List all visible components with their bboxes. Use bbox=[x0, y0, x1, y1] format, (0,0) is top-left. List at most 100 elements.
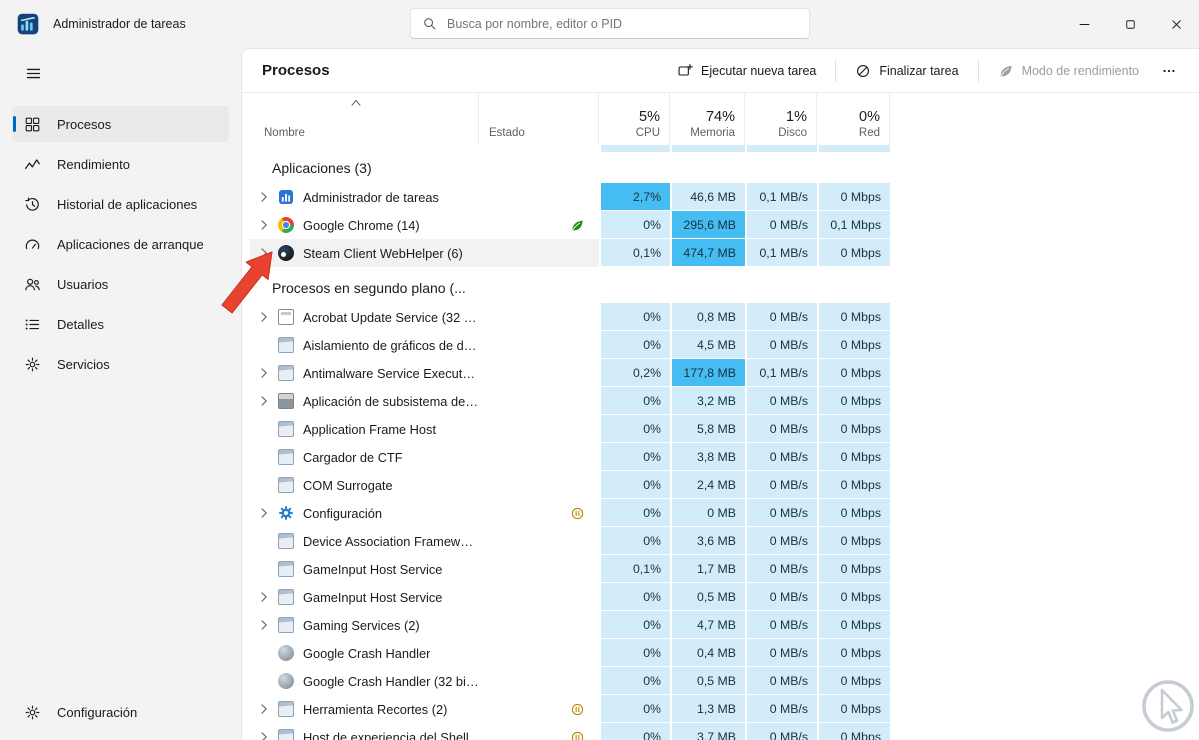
services-icon bbox=[24, 356, 41, 373]
disk-value-cell: 0 MB/s bbox=[745, 583, 817, 611]
sidebar-nav: Procesos Rendimiento Historial de aplicaci… bbox=[0, 106, 241, 382]
process-status-cell bbox=[479, 695, 599, 723]
column-header-cpu[interactable]: 5% CPU bbox=[599, 93, 670, 145]
column-header-name[interactable]: Nombre bbox=[250, 93, 479, 145]
cpu-value-cell: 0% bbox=[599, 667, 670, 695]
group-header[interactable]: Procesos en segundo plano (... bbox=[250, 267, 1199, 303]
process-name: Gaming Services (2) bbox=[303, 617, 420, 633]
sidebar-item-usuarios[interactable]: Usuarios bbox=[12, 266, 229, 302]
process-status-cell bbox=[479, 583, 599, 611]
net-value-cell: 0 Mbps bbox=[817, 415, 890, 443]
disk-value-cell: 0 MB/s bbox=[745, 695, 817, 723]
net-value-cell: 0,1 Mbps bbox=[817, 211, 890, 239]
process-name-cell: Antimalware Service Executable bbox=[250, 359, 479, 387]
cpu-value-cell: 0% bbox=[599, 471, 670, 499]
search-box[interactable] bbox=[410, 8, 810, 39]
process-row[interactable]: Administrador de tareas 2,7% 46,6 MB 0,1 MB… bbox=[250, 183, 1199, 211]
sidebar-item-rendimiento[interactable]: Rendimiento bbox=[12, 146, 229, 182]
minimize-button[interactable] bbox=[1061, 0, 1107, 48]
mem-value-cell: 0,4 MB bbox=[670, 639, 745, 667]
band-spacer bbox=[250, 145, 599, 153]
process-row[interactable]: Aislamiento de gráficos de dis... 0% 4,5 M… bbox=[250, 331, 1199, 359]
crash-icon bbox=[278, 673, 294, 689]
end-task-button[interactable]: Finalizar tarea bbox=[845, 57, 968, 85]
close-button[interactable] bbox=[1153, 0, 1199, 48]
process-status-cell bbox=[479, 387, 599, 415]
disk-value-cell: 0 MB/s bbox=[745, 471, 817, 499]
process-row[interactable]: Antimalware Service Executable 0,2% 177,8 … bbox=[250, 359, 1199, 387]
group-header[interactable]: Aplicaciones (3) bbox=[250, 153, 1199, 183]
disk-value-cell: 0 MB/s bbox=[745, 639, 817, 667]
net-value-cell: 0 Mbps bbox=[817, 639, 890, 667]
cpu-value-cell: 0,2% bbox=[599, 359, 670, 387]
process-row[interactable]: Aplicación de subsistema de c... 0% 3,2 MB… bbox=[250, 387, 1199, 415]
net-value-cell: 0 Mbps bbox=[817, 331, 890, 359]
hamburger-menu-button[interactable] bbox=[13, 56, 53, 90]
process-name-cell: GameInput Host Service bbox=[250, 583, 479, 611]
search-input[interactable] bbox=[447, 16, 798, 31]
process-status-cell bbox=[479, 331, 599, 359]
cursor-doodle-icon bbox=[1142, 680, 1194, 732]
sidebar-item-configuracion[interactable]: Configuración bbox=[12, 694, 229, 730]
main-content: Procesos Ejecutar nueva tarea Finalizar t… bbox=[241, 48, 1199, 740]
disk-value-cell: 0 MB/s bbox=[745, 303, 817, 331]
band-cell-cpu bbox=[599, 145, 670, 153]
process-row[interactable]: Google Chrome (14) 0% 295,6 MB 0 MB/s 0,1 Mb… bbox=[250, 211, 1199, 239]
sidebar-item-historial[interactable]: Historial de aplicaciones bbox=[12, 186, 229, 222]
disk-value-cell: 0,1 MB/s bbox=[745, 239, 817, 267]
process-row[interactable]: Steam Client WebHelper (6) 0,1% 474,7 MB 0,… bbox=[250, 239, 1199, 267]
window-icon bbox=[278, 477, 294, 493]
net-value-cell: 0 Mbps bbox=[817, 527, 890, 555]
process-row[interactable]: GameInput Host Service 0,1% 1,7 MB 0 MB/s 0 … bbox=[250, 555, 1199, 583]
process-status-cell bbox=[479, 415, 599, 443]
mem-value-cell: 177,8 MB bbox=[670, 359, 745, 387]
net-value-cell: 0 Mbps bbox=[817, 183, 890, 211]
process-name-cell: Aislamiento de gráficos de dis... bbox=[250, 331, 479, 359]
mem-value-cell: 2,4 MB bbox=[670, 471, 745, 499]
process-row[interactable]: Herramienta Recortes (2) 0% 1,3 MB 0 MB/s 0 … bbox=[250, 695, 1199, 723]
sidebar-item-label: Detalles bbox=[57, 316, 104, 332]
efficiency-mode-button[interactable]: Modo de rendimiento bbox=[988, 57, 1149, 85]
column-header-mem[interactable]: 74% Memoria bbox=[670, 93, 745, 145]
process-name-cell: GameInput Host Service bbox=[250, 555, 479, 583]
window-icon bbox=[278, 449, 294, 465]
process-row[interactable]: Cargador de CTF 0% 3,8 MB 0 MB/s 0 Mbps bbox=[250, 443, 1199, 471]
net-value-cell: 0 Mbps bbox=[817, 695, 890, 723]
table-body: Aplicaciones (3) Administrador de tareas 2… bbox=[250, 145, 1199, 740]
process-row[interactable]: Host de experiencia del Shell 0% 3,7 MB 0 M… bbox=[250, 723, 1199, 740]
more-options-button[interactable] bbox=[1151, 57, 1187, 85]
mem-value-cell: 295,6 MB bbox=[670, 211, 745, 239]
process-row[interactable]: COM Surrogate 0% 2,4 MB 0 MB/s 0 Mbps bbox=[250, 471, 1199, 499]
history-icon bbox=[24, 196, 41, 213]
net-value-cell: 0 Mbps bbox=[817, 723, 890, 740]
run-task-icon bbox=[677, 63, 693, 79]
sidebar-item-arranque[interactable]: Aplicaciones de arranque bbox=[12, 226, 229, 262]
process-name-cell: Gaming Services (2) bbox=[250, 611, 479, 639]
process-row[interactable]: Configuración 0% 0 MB 0 MB/s 0 Mbps bbox=[250, 499, 1199, 527]
process-row[interactable]: Gaming Services (2) 0% 4,7 MB 0 MB/s 0 Mbps bbox=[250, 611, 1199, 639]
process-row[interactable]: Google Crash Handler (32 bits) 0% 0,5 MB 0 … bbox=[250, 667, 1199, 695]
mem-value-cell: 0 MB bbox=[670, 499, 745, 527]
heatmap-band bbox=[250, 145, 1199, 153]
run-new-task-button[interactable]: Ejecutar nueva tarea bbox=[667, 57, 826, 85]
net-value-cell: 0 Mbps bbox=[817, 387, 890, 415]
process-row[interactable]: Application Frame Host 0% 5,8 MB 0 MB/s 0 Mb… bbox=[250, 415, 1199, 443]
process-row[interactable]: Acrobat Update Service (32 bits) 0% 0,8 MB… bbox=[250, 303, 1199, 331]
disk-value-cell: 0 MB/s bbox=[745, 611, 817, 639]
process-name-cell: Google Chrome (14) bbox=[250, 211, 479, 239]
sidebar-item-servicios[interactable]: Servicios bbox=[12, 346, 229, 382]
maximize-button[interactable] bbox=[1107, 0, 1153, 48]
process-row[interactable]: Google Crash Handler 0% 0,4 MB 0 MB/s 0 Mbps bbox=[250, 639, 1199, 667]
chevron-right-icon bbox=[256, 589, 272, 605]
sidebar-item-procesos[interactable]: Procesos bbox=[12, 106, 229, 142]
sidebar-item-detalles[interactable]: Detalles bbox=[12, 306, 229, 342]
cpu-value-cell: 0% bbox=[599, 303, 670, 331]
column-header-status[interactable]: Estado bbox=[479, 93, 599, 145]
chevron-right-icon bbox=[256, 505, 272, 521]
column-header-disk[interactable]: 1% Disco bbox=[745, 93, 817, 145]
column-header-net[interactable]: 0% Red bbox=[817, 93, 890, 145]
chevron-right-icon bbox=[256, 729, 272, 740]
process-row[interactable]: Device Association Framewor... 0% 3,6 MB 0 … bbox=[250, 527, 1199, 555]
process-row[interactable]: GameInput Host Service 0% 0,5 MB 0 MB/s 0 Mb… bbox=[250, 583, 1199, 611]
process-status-cell bbox=[479, 527, 599, 555]
